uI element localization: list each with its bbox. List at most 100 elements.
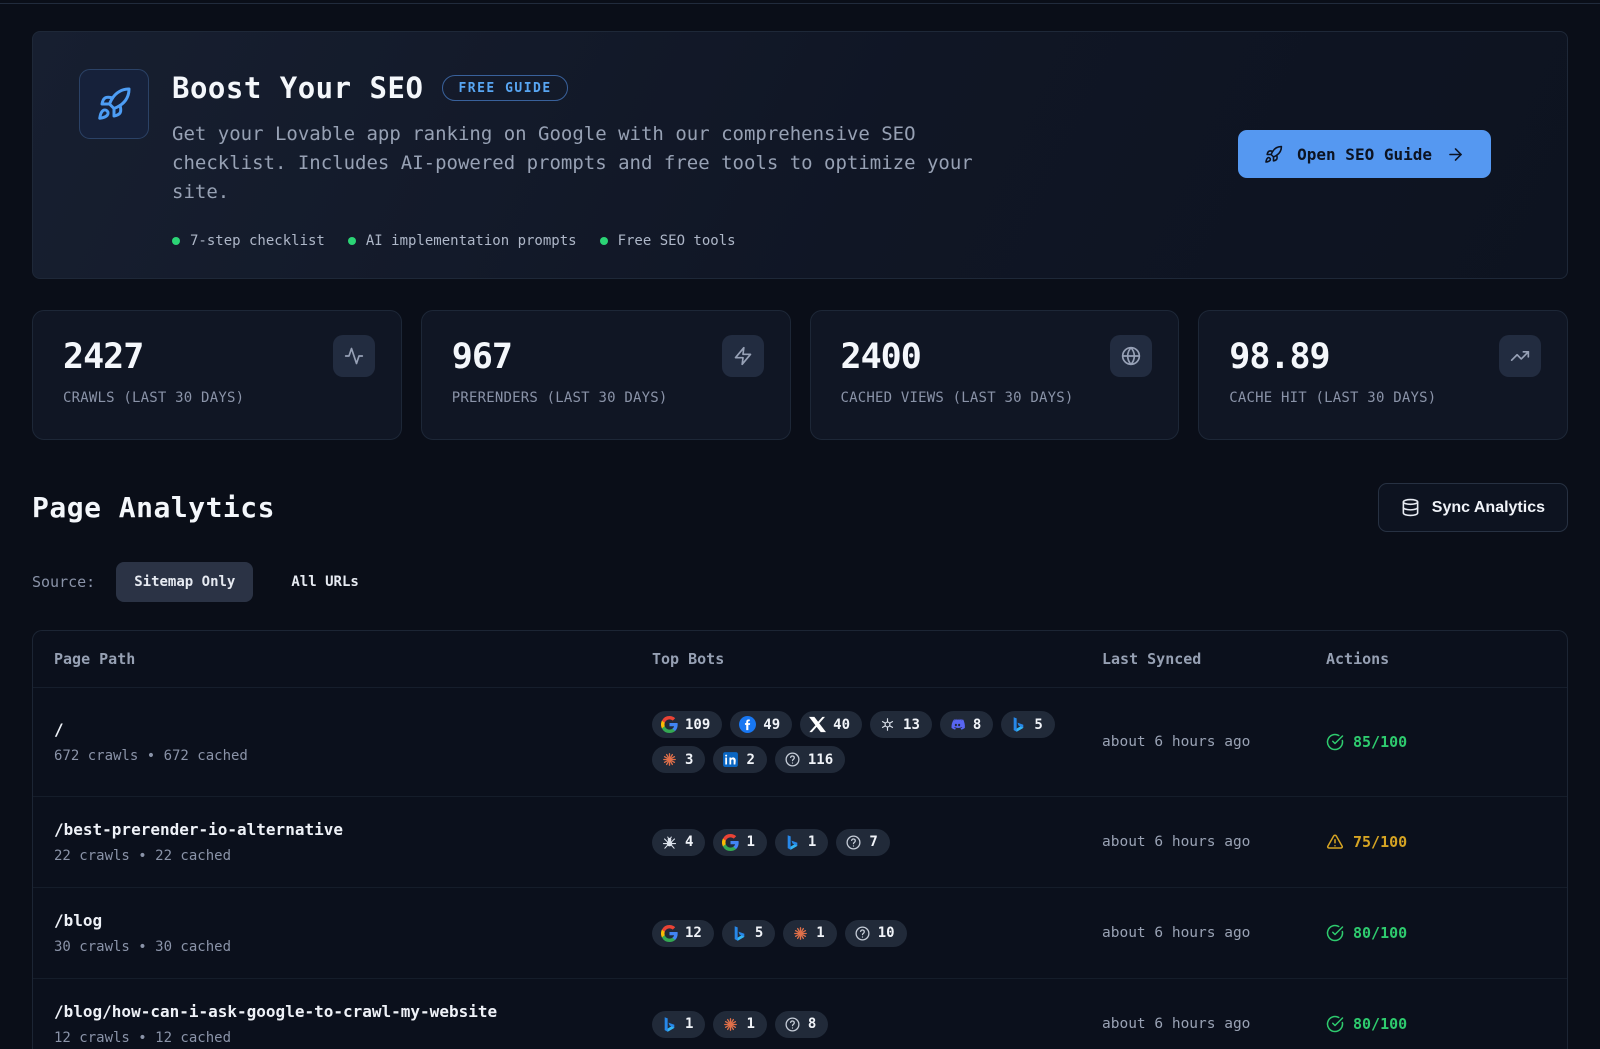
- top-divider: [0, 3, 1600, 4]
- stat-icon-tile: [333, 335, 375, 377]
- table-row[interactable]: /best-prerender-io-alternative 22 crawls…: [33, 796, 1567, 887]
- bot-count: 1: [808, 834, 816, 850]
- feature-list: 7-step checklist AI implementation promp…: [172, 233, 1531, 249]
- bot-badge[interactable]: 3: [652, 746, 705, 773]
- check-circle-icon: [1326, 924, 1344, 942]
- refresh-button[interactable]: [1434, 833, 1453, 852]
- bot-badge[interactable]: 1: [652, 1011, 705, 1038]
- google-icon: [722, 834, 739, 851]
- page-path: /: [54, 720, 652, 739]
- warning-icon: [1326, 833, 1344, 851]
- source-label: Source:: [32, 573, 95, 591]
- facebook-icon: [739, 716, 756, 733]
- unknown-icon: [845, 834, 862, 851]
- header-page-path: Page Path: [54, 650, 652, 668]
- linkedin-icon: [722, 751, 739, 768]
- bot-badge[interactable]: 40: [800, 711, 862, 738]
- last-synced: about 6 hours ago: [1102, 734, 1326, 750]
- bot-badge[interactable]: 109: [652, 711, 722, 738]
- refresh-button[interactable]: [1434, 733, 1453, 752]
- feature-label: 7-step checklist: [190, 233, 325, 249]
- bot-count: 12: [685, 925, 702, 941]
- stat-card: 2400 CACHED VIEWS (LAST 30 DAYS): [810, 310, 1180, 440]
- green-dot-icon: [348, 237, 356, 245]
- bot-badge[interactable]: 1: [775, 829, 828, 856]
- stat-value: 98.89: [1229, 337, 1541, 377]
- table-row[interactable]: /blog/how-can-i-ask-google-to-crawl-my-w…: [33, 978, 1567, 1049]
- last-synced: about 6 hours ago: [1102, 834, 1326, 850]
- header-actions: Actions: [1326, 650, 1546, 668]
- stat-label: PRERENDERS (LAST 30 DAYS): [452, 390, 764, 406]
- last-synced: about 6 hours ago: [1102, 1016, 1326, 1032]
- bot-count: 10: [878, 925, 895, 941]
- google-icon: [661, 925, 678, 942]
- banner-description: Get your Lovable app ranking on Google w…: [172, 120, 992, 207]
- bot-count: 116: [808, 752, 833, 768]
- bot-badge[interactable]: 5: [722, 920, 775, 947]
- bot-badge[interactable]: 1: [783, 920, 836, 947]
- stat-label: CACHED VIEWS (LAST 30 DAYS): [841, 390, 1153, 406]
- refresh-button[interactable]: [1434, 924, 1453, 943]
- bot-badge-list: 1 1 8: [652, 1011, 1092, 1038]
- seo-score: 75/100: [1326, 833, 1407, 851]
- x-twitter-icon: [809, 716, 826, 733]
- page-path: /blog: [54, 911, 652, 930]
- bot-badge[interactable]: 5: [1001, 711, 1054, 738]
- crawl-meta: 12 crawls • 12 cached: [54, 1030, 652, 1046]
- bot-badge[interactable]: 8: [775, 1011, 828, 1038]
- source-option-sitemap-only[interactable]: Sitemap Only: [116, 562, 253, 602]
- bot-badge[interactable]: 7: [836, 829, 889, 856]
- green-dot-icon: [600, 237, 608, 245]
- stat-value: 2427: [63, 337, 375, 377]
- bot-count: 8: [973, 717, 981, 733]
- refresh-button[interactable]: [1434, 1015, 1453, 1034]
- bot-badge[interactable]: 49: [730, 711, 792, 738]
- table-row[interactable]: /blog 30 crawls • 30 cached 12 5 1 10 ab…: [33, 887, 1567, 978]
- anthropic-icon: [661, 751, 678, 768]
- bot-badge[interactable]: 12: [652, 920, 714, 947]
- page-path: /best-prerender-io-alternative: [54, 820, 652, 839]
- feature-label: AI implementation prompts: [366, 233, 577, 249]
- bot-badge[interactable]: 1: [713, 829, 766, 856]
- source-option-all-urls[interactable]: All URLs: [273, 562, 376, 602]
- bot-badge[interactable]: 116: [775, 746, 845, 773]
- last-synced: about 6 hours ago: [1102, 925, 1326, 941]
- stat-card: 2427 CRAWLS (LAST 30 DAYS): [32, 310, 402, 440]
- stat-icon-tile: [1499, 335, 1541, 377]
- cta-label: Open SEO Guide: [1297, 145, 1432, 164]
- bot-badge[interactable]: 13: [870, 711, 932, 738]
- header-top-bots: Top Bots: [652, 650, 1102, 668]
- activity-icon: [344, 346, 364, 366]
- zap-icon: [733, 346, 753, 366]
- bot-count: 1: [816, 925, 824, 941]
- seo-score: 80/100: [1326, 924, 1407, 942]
- bot-count: 1: [685, 1016, 693, 1032]
- bot-count: 2: [746, 752, 754, 768]
- stat-value: 967: [452, 337, 764, 377]
- bot-count: 40: [833, 717, 850, 733]
- bot-count: 109: [685, 717, 710, 733]
- rocket-icon: [1264, 145, 1283, 164]
- open-seo-guide-button[interactable]: Open SEO Guide: [1238, 130, 1491, 178]
- bot-badge-list: 12 5 1 10: [652, 920, 1092, 947]
- sync-analytics-button[interactable]: Sync Analytics: [1378, 483, 1568, 532]
- bot-badge[interactable]: 2: [713, 746, 766, 773]
- bot-badge[interactable]: 1: [713, 1011, 766, 1038]
- stat-label: CACHE HIT (LAST 30 DAYS): [1229, 390, 1541, 406]
- bot-count: 49: [763, 717, 780, 733]
- bot-badge[interactable]: 8: [940, 711, 993, 738]
- discord-icon: [949, 716, 966, 733]
- seo-score: 80/100: [1326, 1015, 1407, 1033]
- bot-badge[interactable]: 4: [652, 829, 705, 856]
- bot-count: 5: [1034, 717, 1042, 733]
- page-analytics-table: Page Path Top Bots Last Synced Actions /…: [32, 630, 1568, 1049]
- bot-badge[interactable]: 10: [845, 920, 907, 947]
- spider-icon: [661, 834, 678, 851]
- stat-label: CRAWLS (LAST 30 DAYS): [63, 390, 375, 406]
- feature-item: 7-step checklist: [172, 233, 325, 249]
- bing-icon: [661, 1016, 678, 1033]
- table-row[interactable]: / 672 crawls • 672 cached 109 49 40 13 8…: [33, 688, 1567, 796]
- sync-analytics-label: Sync Analytics: [1432, 499, 1545, 517]
- stat-cards: 2427 CRAWLS (LAST 30 DAYS) 967 PRERENDER…: [32, 310, 1568, 440]
- crawl-meta: 672 crawls • 672 cached: [54, 748, 652, 764]
